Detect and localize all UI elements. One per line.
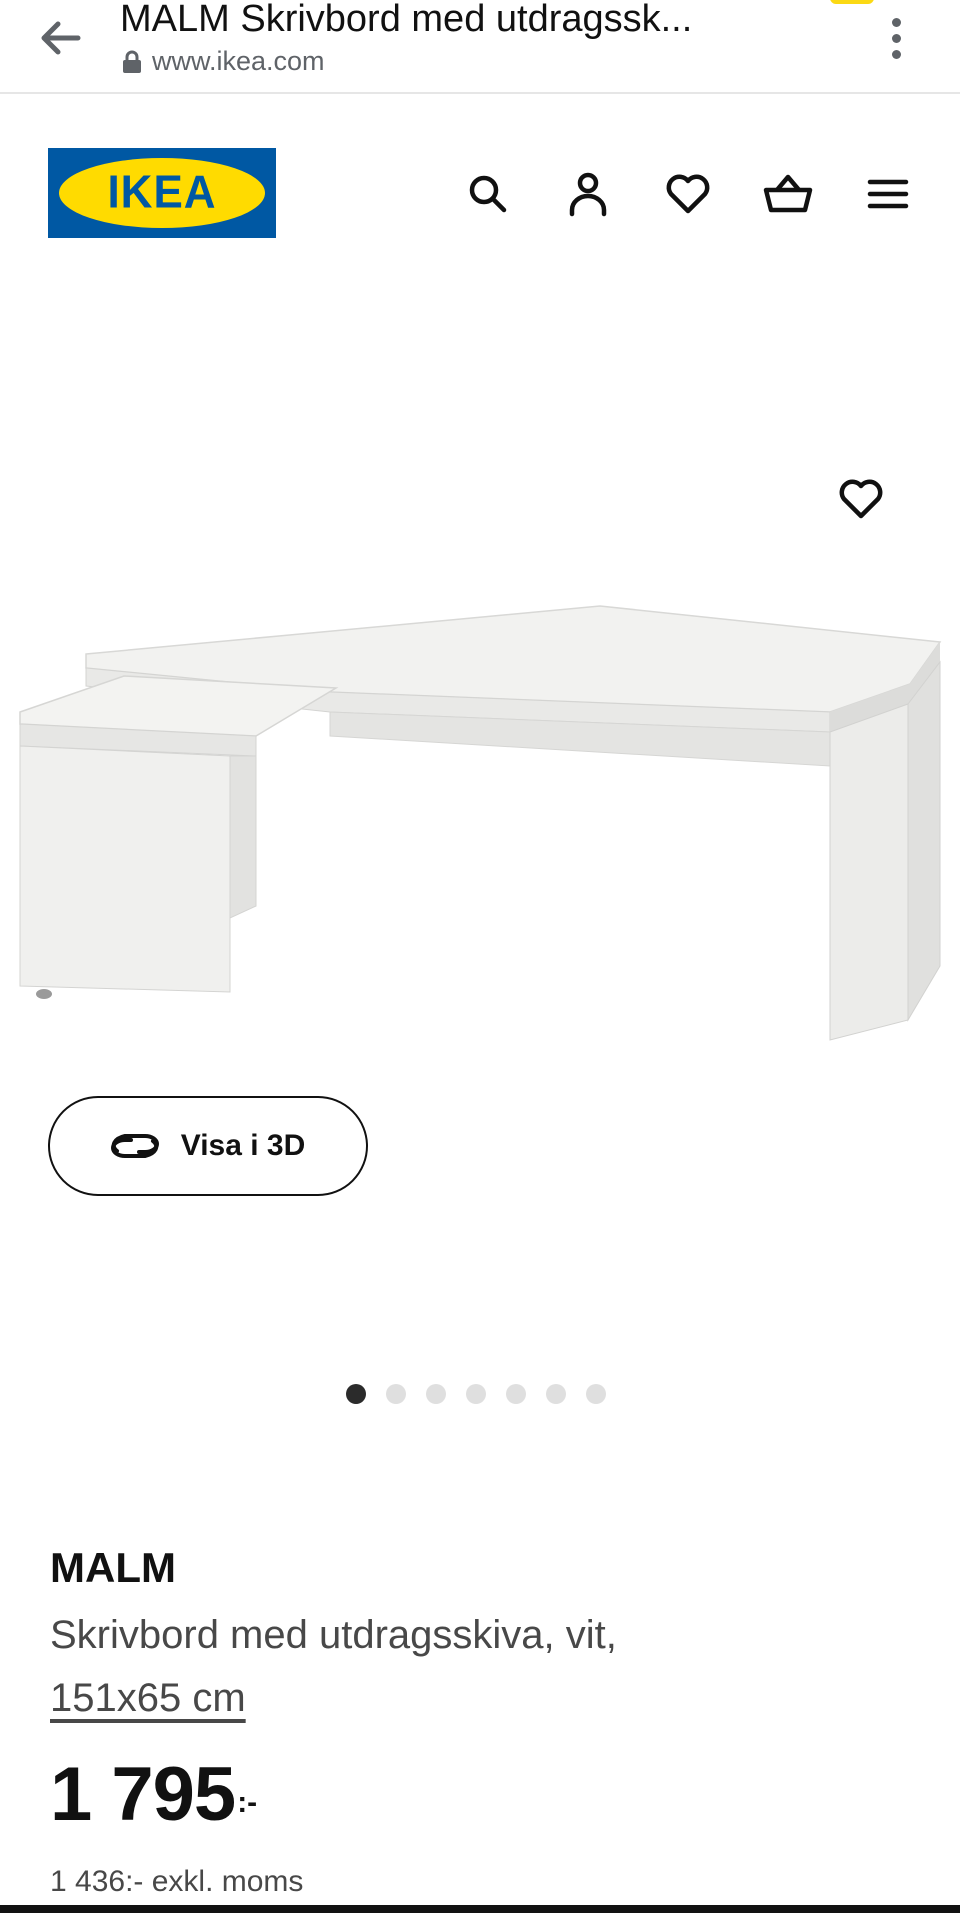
heart-icon	[666, 174, 710, 214]
product-gallery[interactable]: Visa i 3D	[0, 296, 960, 1426]
carousel-dot[interactable]	[586, 1384, 606, 1404]
search-button[interactable]	[458, 166, 518, 222]
carousel-dot[interactable]	[546, 1384, 566, 1404]
carousel-dot[interactable]	[426, 1384, 446, 1404]
add-to-favorites-button[interactable]	[828, 466, 894, 532]
menu-button[interactable]	[858, 166, 918, 222]
carousel-dot[interactable]	[386, 1384, 406, 1404]
page-title: MALM Skrivbord med utdragssk...	[120, 0, 693, 40]
logo-text: IKEA	[107, 166, 217, 219]
page-bottom-edge	[0, 1905, 960, 1913]
view-3d-label: Visa i 3D	[180, 1129, 306, 1162]
cart-button[interactable]	[758, 166, 818, 222]
cart-icon	[763, 174, 813, 213]
carousel-dot[interactable]	[466, 1384, 486, 1404]
price: 1 795 :-	[50, 1752, 910, 1838]
address-bar[interactable]: www.ikea.com	[122, 46, 325, 77]
site-header: IKEA	[0, 96, 960, 296]
back-button[interactable]	[28, 6, 92, 70]
product-size-link[interactable]: 151x65 cm	[50, 1668, 246, 1728]
price-suffix: :-	[237, 1786, 258, 1819]
browser-toolbar: MALM Skrivbord med utdragssk... www.ikea…	[0, 0, 960, 94]
ikea-logo[interactable]: IKEA	[48, 148, 276, 238]
rotate-3d-icon	[110, 1134, 159, 1158]
lock-icon	[123, 50, 141, 73]
price-excl-vat: 1 436:- exkl. moms	[50, 1865, 304, 1898]
header-actions	[458, 166, 918, 222]
kebab-menu-icon	[891, 17, 901, 27]
product-description: Skrivbord med utdragsskiva, vit,	[50, 1613, 617, 1657]
favorites-button[interactable]	[658, 166, 718, 222]
browser-menu-button[interactable]	[878, 8, 914, 68]
view-3d-button[interactable]: Visa i 3D	[48, 1096, 368, 1196]
carousel-dot[interactable]	[346, 1384, 366, 1404]
hamburger-menu-icon	[867, 179, 909, 209]
carousel-dot[interactable]	[506, 1384, 526, 1404]
image-carousel-indicator	[346, 1384, 606, 1404]
heart-icon	[839, 479, 883, 519]
logo-oval: IKEA	[59, 158, 265, 228]
notification-badge	[830, 0, 874, 4]
url-text: www.ikea.com	[152, 46, 325, 76]
product-info: MALM Skrivbord med utdragsskiva, vit, 15…	[50, 1540, 910, 1902]
arrow-left-icon	[41, 21, 81, 55]
profile-icon	[569, 172, 607, 217]
search-icon	[469, 175, 507, 213]
product-name: MALM	[50, 1544, 176, 1591]
price-amount: 1 795	[50, 1752, 236, 1837]
profile-button[interactable]	[558, 166, 618, 222]
